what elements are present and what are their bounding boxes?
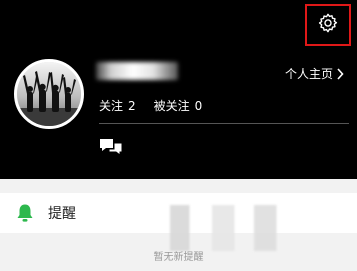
following-count: 2 — [128, 99, 136, 113]
chevron-right-icon — [336, 67, 344, 80]
settings-button[interactable] — [305, 4, 351, 46]
gear-icon — [317, 12, 339, 38]
following-label: 关注 — [99, 99, 124, 113]
empty-reminder-text: 暂无新提醒 — [153, 252, 204, 263]
bell-icon — [16, 203, 34, 223]
profile-link-label: 个人主页 — [285, 67, 334, 81]
followers-count: 0 — [194, 99, 203, 113]
follow-stats: 关注 2 被关注 0 — [99, 97, 220, 114]
username-obscured — [96, 62, 178, 80]
profile-page-link[interactable]: 个人主页 — [285, 65, 344, 82]
following-stat[interactable]: 关注 2 — [99, 97, 136, 114]
followers-label: 被关注 — [153, 99, 190, 113]
chat-bubbles-icon[interactable] — [99, 137, 123, 161]
profile-header: 个人主页 关注 2 被关注 0 — [0, 0, 357, 179]
header-divider — [99, 123, 349, 124]
avatar[interactable] — [14, 59, 84, 129]
reminder-label: 提醒 — [48, 206, 76, 222]
obscured-content — [170, 205, 310, 251]
followers-stat[interactable]: 被关注 0 — [154, 97, 203, 114]
